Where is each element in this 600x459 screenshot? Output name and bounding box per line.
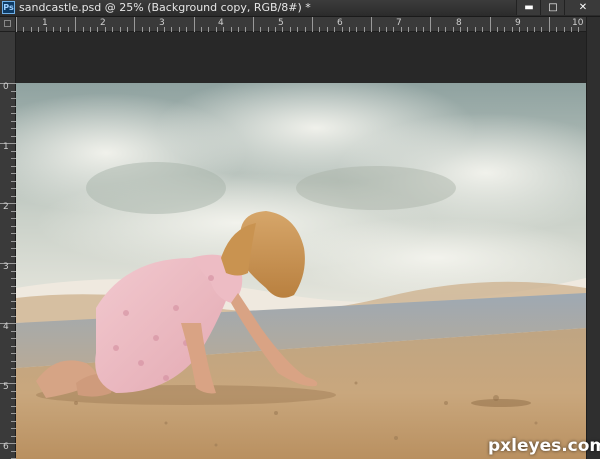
title-bar[interactable]: Ps sandcastle.psd @ 25% (Background copy… <box>0 0 600 17</box>
ruler-h-label: 9 <box>515 18 521 28</box>
ruler-h-label: 4 <box>218 18 224 28</box>
minimize-button[interactable]: ▬ <box>516 0 541 15</box>
ruler-h-label: 7 <box>396 18 402 28</box>
close-button[interactable]: ✕ <box>564 0 600 15</box>
ruler-v-label: 0 <box>3 82 9 92</box>
beach-photo[interactable] <box>16 83 586 459</box>
photo-artwork <box>16 83 586 459</box>
ruler-h-label: 10 <box>572 18 584 28</box>
ruler-origin-corner[interactable] <box>0 17 16 32</box>
document-title: sandcastle.psd @ 25% (Background copy, R… <box>19 1 311 14</box>
ruler-v-label: 3 <box>3 262 9 272</box>
ruler-v-label: 1 <box>3 142 9 152</box>
photoshop-app-icon: Ps <box>2 1 15 14</box>
ruler-origin-icon <box>4 20 11 27</box>
ruler-v-label: 2 <box>3 202 9 212</box>
ruler-h-label: 5 <box>278 18 284 28</box>
watermark: pxleyes.com <box>488 436 600 456</box>
ruler-h-label: 1 <box>42 18 48 28</box>
maximize-button[interactable]: □ <box>540 0 565 15</box>
vertical-ruler[interactable]: 0 1 2 3 4 5 6 <box>0 32 16 459</box>
ruler-v-label: 4 <box>3 322 9 332</box>
ruler-v-label: 5 <box>3 382 9 392</box>
ruler-h-label: 2 <box>100 18 106 28</box>
ruler-v-label: 6 <box>3 442 9 452</box>
ruler-h-label: 3 <box>159 18 165 28</box>
vertical-ruler-ticks <box>0 83 16 459</box>
ruler-h-label: 6 <box>337 18 343 28</box>
vertical-scrollbar[interactable] <box>586 17 600 459</box>
horizontal-ruler[interactable]: 1 2 3 4 5 6 7 8 9 10 <box>16 17 586 32</box>
ruler-h-label: 8 <box>456 18 462 28</box>
